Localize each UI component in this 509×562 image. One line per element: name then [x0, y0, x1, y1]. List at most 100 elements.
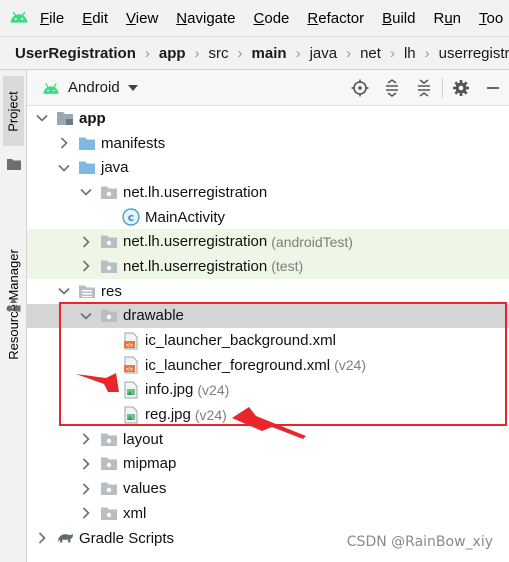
- toolbar-divider: [442, 78, 443, 98]
- expand-all-button[interactable]: [376, 70, 408, 106]
- package-icon: [100, 430, 118, 448]
- svg-text:<>: <>: [126, 342, 134, 349]
- view-selector-dropdown[interactable]: Android: [41, 79, 138, 96]
- shapes-icon[interactable]: [6, 298, 21, 312]
- tree-item-label: drawable: [123, 307, 184, 325]
- tree-row[interactable]: reg.jpg (v24): [27, 402, 509, 427]
- tree-row[interactable]: <> ic_launcher_background.xml: [27, 328, 509, 353]
- chevron-right-icon[interactable]: [78, 258, 94, 274]
- arrow-spacer: [100, 357, 116, 373]
- tree-item-label: info.jpg: [145, 381, 194, 399]
- chevron-right-icon[interactable]: [78, 481, 94, 497]
- collapse-all-icon: [418, 79, 430, 97]
- tree-item-label: manifests: [101, 134, 166, 152]
- chevron-down-icon[interactable]: [78, 184, 94, 200]
- tree-item-label: mipmap: [123, 455, 177, 473]
- chevron-down-icon: [127, 84, 138, 91]
- breadcrumb-item[interactable]: userregistration: [439, 45, 509, 62]
- breadcrumb-item[interactable]: java: [310, 45, 338, 62]
- chevron-right-icon[interactable]: [78, 505, 94, 521]
- tree-row[interactable]: net.lh.userregistration (test): [27, 254, 509, 279]
- watermark: CSDN @RainBow_xiy: [346, 534, 493, 550]
- project-tree: app manifests java net.lh.userregistration c…: [27, 106, 509, 562]
- tree-item-label: values: [123, 480, 167, 498]
- breadcrumb-separator: ›: [389, 44, 395, 62]
- tree-row[interactable]: info.jpg (v24): [27, 378, 509, 403]
- menu-code[interactable]: Code: [254, 10, 290, 27]
- menu-run[interactable]: Run: [433, 10, 461, 27]
- package-icon: [100, 480, 118, 498]
- tree-item-label: net.lh.userregistration: [123, 257, 268, 275]
- tree-row[interactable]: xml: [27, 501, 509, 526]
- chevron-right-icon[interactable]: [56, 135, 72, 151]
- breadcrumb-item[interactable]: lh: [404, 45, 416, 62]
- view-selector-label: Android: [68, 79, 120, 96]
- menu-bar: File Edit View Navigate Code Refactor Build Run…: [0, 0, 509, 36]
- tree-row[interactable]: net.lh.userregistration: [27, 180, 509, 205]
- package-icon: [100, 183, 118, 201]
- chevron-down-icon[interactable]: [56, 160, 72, 176]
- tree-item-label: ic_launcher_background.xml: [145, 332, 336, 350]
- tree-row[interactable]: java: [27, 155, 509, 180]
- menu-view[interactable]: View: [126, 10, 158, 27]
- locate-button[interactable]: [344, 70, 376, 106]
- tree-item-label: xml: [123, 504, 147, 522]
- tree-row[interactable]: c MainActivity: [27, 205, 509, 230]
- breadcrumb-item[interactable]: main: [252, 45, 287, 62]
- tree-row[interactable]: drawable: [27, 303, 509, 329]
- menu-build[interactable]: Build: [382, 10, 415, 27]
- breadcrumb-item[interactable]: net: [360, 45, 381, 62]
- menu-navigate[interactable]: Navigate: [176, 10, 235, 27]
- image-file-icon: [122, 406, 140, 424]
- breadcrumb-separator: ›: [144, 44, 150, 62]
- crosshair-icon: [351, 79, 369, 97]
- project-tab-label: Project: [6, 90, 21, 132]
- tree-row[interactable]: mipmap: [27, 452, 509, 477]
- chevron-down-icon[interactable]: [78, 308, 94, 324]
- xml-file-icon: <>: [122, 332, 140, 350]
- chevron-down-icon[interactable]: [56, 283, 72, 299]
- tree-row[interactable]: app: [27, 106, 509, 131]
- package-icon: [100, 233, 118, 251]
- res-folder-icon: [78, 282, 96, 300]
- breadcrumb-separator: ›: [424, 44, 430, 62]
- folder-tool-icon[interactable]: [7, 158, 21, 170]
- menu-edit[interactable]: Edit: [82, 10, 108, 27]
- chevron-right-icon[interactable]: [78, 234, 94, 250]
- tree-item-label: app: [79, 109, 106, 127]
- chevron-right-icon[interactable]: [34, 530, 50, 546]
- chevron-right-icon[interactable]: [78, 456, 94, 472]
- package-icon: [100, 504, 118, 522]
- tree-item-label: ic_launcher_foreground.xml: [145, 356, 331, 374]
- breadcrumb-item[interactable]: UserRegistration: [15, 45, 136, 62]
- android-view-icon: [43, 82, 59, 94]
- tree-item-label: layout: [123, 430, 164, 448]
- breadcrumb-separator: ›: [237, 44, 243, 62]
- gradle-icon: [56, 529, 74, 547]
- breadcrumb-item[interactable]: app: [159, 45, 186, 62]
- tree-row[interactable]: layout: [27, 427, 509, 452]
- breadcrumb: UserRegistration › app › src › main › java › net › l…: [0, 36, 509, 70]
- chevron-down-icon[interactable]: [34, 110, 50, 126]
- menu-too[interactable]: Too: [479, 10, 503, 27]
- chevron-right-icon[interactable]: [78, 431, 94, 447]
- tree-item-label: Gradle Scripts: [79, 529, 175, 547]
- menu-refactor[interactable]: Refactor: [307, 10, 364, 27]
- breadcrumb-separator: ›: [194, 44, 200, 62]
- hide-button[interactable]: [477, 70, 509, 106]
- tree-item-qualifier: (androidTest): [271, 233, 353, 250]
- settings-button[interactable]: [445, 70, 477, 106]
- tree-row[interactable]: <> ic_launcher_foreground.xml (v24): [27, 353, 509, 378]
- tree-row[interactable]: manifests: [27, 131, 509, 156]
- tree-row[interactable]: net.lh.userregistration (androidTest): [27, 229, 509, 255]
- menu-file[interactable]: File: [40, 10, 64, 27]
- project-tool-tab[interactable]: Project: [3, 76, 24, 146]
- tree-row[interactable]: res: [27, 279, 509, 304]
- package-icon: [100, 455, 118, 473]
- tree-row[interactable]: values: [27, 476, 509, 501]
- breadcrumb-item[interactable]: src: [209, 45, 229, 62]
- collapse-all-button[interactable]: [408, 70, 440, 106]
- gear-icon: [453, 80, 469, 96]
- xml-file-icon: <>: [122, 356, 140, 374]
- tree-item-qualifier: (v24): [194, 406, 227, 423]
